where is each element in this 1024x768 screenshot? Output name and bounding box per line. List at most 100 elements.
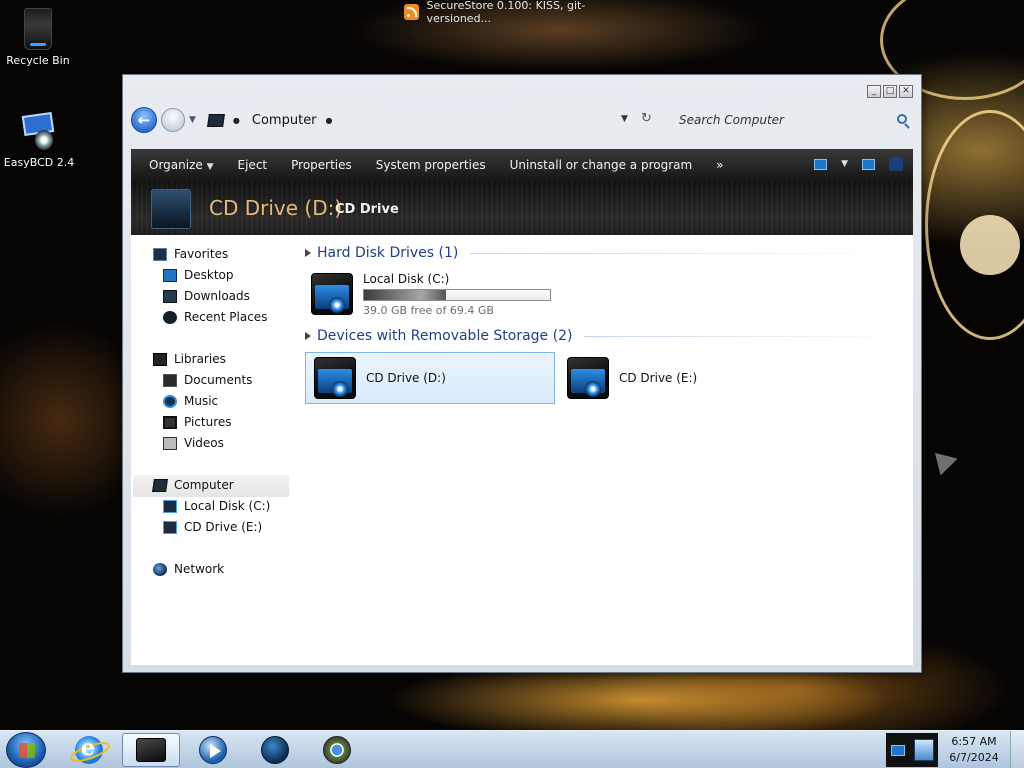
nav-label: Documents bbox=[184, 373, 253, 387]
organize-button[interactable]: Organize ▼ bbox=[131, 149, 226, 181]
eject-button[interactable]: Eject bbox=[226, 149, 280, 181]
recent-places-icon bbox=[163, 310, 177, 324]
nav-network[interactable]: Network bbox=[153, 559, 224, 579]
preview-pane-icon[interactable] bbox=[862, 158, 875, 170]
nav-label: Local Disk (C:) bbox=[184, 499, 271, 513]
drive-name: CD Drive (E:) bbox=[619, 371, 698, 385]
globe-icon bbox=[261, 736, 289, 764]
internet-explorer-icon bbox=[75, 735, 103, 764]
windows-explorer-icon bbox=[136, 738, 166, 762]
group-header-hard-disks[interactable]: Hard Disk Drives (1) bbox=[305, 245, 905, 261]
nav-cd-drive-e[interactable]: CD Drive (E:) bbox=[163, 517, 262, 537]
nav-recent-places[interactable]: Recent Places bbox=[163, 307, 267, 327]
group-title: Devices with Removable Storage (2) bbox=[317, 328, 573, 344]
nav-label: Computer bbox=[174, 478, 234, 492]
uninstall-program-button[interactable]: Uninstall or change a program bbox=[498, 149, 705, 181]
clock-time: 6:57 AM bbox=[951, 735, 997, 748]
close-button[interactable]: ✕ bbox=[899, 85, 913, 98]
explorer-window: _ □ ✕ ← ▼ ● Computer ● ▼ ↻ Search Comput… bbox=[122, 74, 922, 673]
notification-bar[interactable]: SecureStore 0.100: KISS, git-versioned..… bbox=[397, 0, 629, 25]
desktop-icon-label: Recycle Bin bbox=[6, 54, 70, 67]
start-button[interactable] bbox=[6, 732, 46, 768]
cd-drive-icon bbox=[151, 189, 191, 229]
group-header-removable[interactable]: Devices with Removable Storage (2) bbox=[305, 328, 905, 344]
collapse-triangle-icon bbox=[305, 249, 311, 257]
selected-item-title: CD Drive (D:) bbox=[209, 196, 343, 220]
properties-button[interactable]: Properties bbox=[279, 149, 364, 181]
nav-pictures[interactable]: Pictures bbox=[163, 412, 232, 432]
taskbar-media-player[interactable] bbox=[184, 733, 242, 767]
nav-label: Videos bbox=[184, 436, 224, 450]
chrome-icon bbox=[323, 736, 351, 764]
show-desktop-button[interactable] bbox=[1010, 731, 1024, 768]
nav-label: Libraries bbox=[174, 352, 226, 366]
nav-label: Network bbox=[174, 562, 225, 576]
tray-display-icon[interactable] bbox=[890, 744, 905, 756]
group-divider bbox=[584, 335, 905, 337]
nav-libraries[interactable]: Libraries bbox=[153, 349, 226, 369]
group-divider bbox=[470, 252, 905, 254]
window-controls: _ □ ✕ bbox=[867, 85, 913, 98]
nav-videos[interactable]: Videos bbox=[163, 433, 224, 453]
nav-computer[interactable]: Computer bbox=[152, 475, 234, 495]
easybcd-icon bbox=[21, 110, 57, 152]
nav-label: Pictures bbox=[184, 415, 232, 429]
change-view-icon[interactable] bbox=[814, 158, 828, 170]
collapse-triangle-icon bbox=[305, 332, 311, 340]
nav-desktop[interactable]: Desktop bbox=[163, 265, 234, 285]
computer-icon bbox=[152, 478, 168, 492]
drive-name: CD Drive (D:) bbox=[366, 371, 446, 385]
media-player-icon bbox=[199, 736, 227, 764]
taskbar-internet-explorer[interactable] bbox=[60, 733, 118, 767]
search-input[interactable]: Search Computer bbox=[671, 108, 913, 132]
maximize-button[interactable]: □ bbox=[883, 85, 897, 98]
drive-free-space: 39.0 GB free of 69.4 GB bbox=[363, 303, 494, 317]
nav-label: Desktop bbox=[184, 268, 234, 282]
navigation-pane: Favorites Desktop Downloads Recent Place… bbox=[131, 235, 291, 665]
recent-pages-dropdown[interactable]: ▼ bbox=[189, 115, 196, 125]
nav-local-disk-c[interactable]: Local Disk (C:) bbox=[163, 496, 270, 516]
breadcrumb-separator[interactable]: ● bbox=[326, 116, 333, 125]
address-dropdown[interactable]: ▼ bbox=[621, 114, 628, 124]
nav-music[interactable]: Music bbox=[163, 391, 218, 411]
tray-app-icon[interactable] bbox=[913, 739, 934, 761]
taskbar-globe-app[interactable] bbox=[246, 733, 304, 767]
documents-icon bbox=[163, 373, 177, 387]
nav-label: CD Drive (E:) bbox=[184, 520, 263, 534]
more-commands-button[interactable]: » bbox=[704, 149, 735, 181]
taskbar-chrome[interactable] bbox=[308, 733, 366, 767]
desktop-icon-easybcd[interactable]: EasyBCD 2.4 bbox=[1, 110, 77, 169]
drive-usage-bar bbox=[363, 288, 551, 301]
group-title: Hard Disk Drives (1) bbox=[317, 245, 459, 261]
nav-label: Music bbox=[184, 394, 219, 408]
taskbar-windows-explorer[interactable] bbox=[122, 733, 180, 767]
taskbar: 6:57 AM 6/7/2024 bbox=[0, 730, 1024, 768]
minimize-button[interactable]: _ bbox=[867, 85, 881, 98]
desktop-icon bbox=[163, 268, 177, 282]
address-row: ← ▼ ● Computer ● ▼ ↻ Search Computer bbox=[131, 105, 913, 135]
music-icon bbox=[163, 394, 177, 408]
drive-tile-cd-drive-e[interactable]: CD Drive (E:) bbox=[559, 353, 809, 403]
breadcrumb-computer[interactable]: Computer bbox=[252, 113, 317, 128]
notification-text: SecureStore 0.100: KISS, git-versioned..… bbox=[426, 0, 586, 25]
nav-favorites[interactable]: Favorites bbox=[153, 244, 228, 264]
taskbar-clock[interactable]: 6:57 AM 6/7/2024 bbox=[944, 734, 1004, 766]
back-button[interactable]: ← bbox=[131, 107, 157, 133]
details-header: CD Drive (D:) CD Drive bbox=[131, 181, 913, 235]
nav-documents[interactable]: Documents bbox=[163, 370, 252, 390]
view-options-dropdown[interactable]: ▼ bbox=[841, 159, 848, 169]
organize-label: Organize bbox=[149, 158, 203, 172]
search-icon[interactable] bbox=[897, 114, 907, 124]
drive-tile-cd-drive-d[interactable]: CD Drive (D:) bbox=[305, 352, 555, 404]
favorites-icon bbox=[153, 247, 167, 261]
cd-drive-icon bbox=[312, 355, 358, 401]
breadcrumb-separator[interactable]: ● bbox=[233, 116, 240, 125]
nav-downloads[interactable]: Downloads bbox=[163, 286, 250, 306]
system-properties-button[interactable]: System properties bbox=[364, 149, 498, 181]
drive-tile-local-disk-c[interactable]: Local Disk (C:) 39.0 GB free of 69.4 GB bbox=[303, 269, 557, 319]
help-icon[interactable] bbox=[889, 157, 903, 171]
drive-usage-fill bbox=[364, 289, 446, 300]
refresh-icon[interactable]: ↻ bbox=[641, 111, 652, 126]
forward-button[interactable] bbox=[161, 108, 185, 132]
desktop-icon-recycle-bin[interactable]: Recycle Bin bbox=[0, 8, 76, 67]
